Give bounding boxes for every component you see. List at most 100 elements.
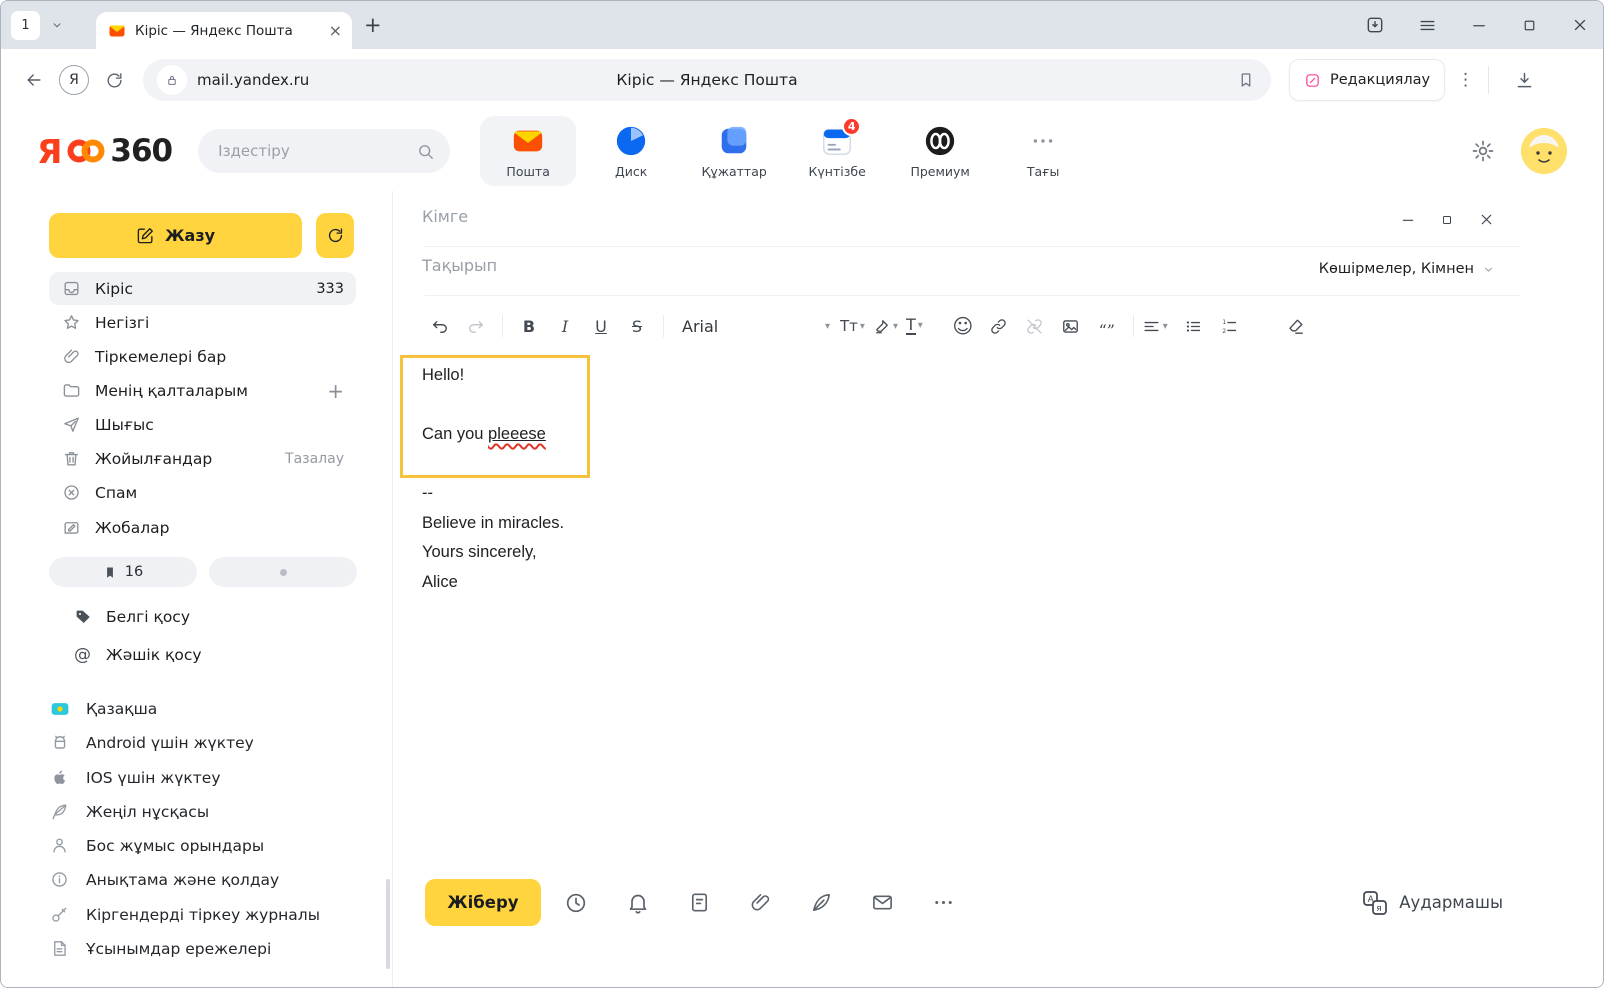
sidebar-folder-main[interactable]: Негізгі [49,306,356,339]
footer-link-language[interactable]: Қазақша [49,693,157,724]
sidebar-folder-spam[interactable]: Спам [49,476,356,509]
sidebar-scrollbar-thumb[interactable] [386,879,390,969]
signature-pen-icon[interactable] [810,891,833,914]
compose-collapse-icon[interactable] [1440,211,1454,228]
to-field[interactable] [422,207,1222,226]
footer-link-login-journal[interactable]: Кіргендерді тіркеу журналы [49,899,320,930]
tab-close-icon[interactable]: × [329,21,342,40]
strikethrough-button[interactable]: S [619,309,655,343]
footer-link-android[interactable]: Android үшін жүктеу [49,727,254,758]
unlink-icon[interactable] [1017,309,1053,343]
clear-formatting-icon[interactable] [1278,309,1314,343]
footer-link-recommendations[interactable]: Ұсынымдар ережелері [49,933,271,964]
footer-link-label: IOS үшін жүктеу [86,769,221,787]
tab-group-counter[interactable]: 1 [11,11,40,40]
footer-link-label: Жеңіл нұсқасы [86,803,209,821]
subject-field[interactable] [422,256,1122,275]
refresh-button[interactable] [316,213,354,258]
bullet-list-icon[interactable] [1176,309,1212,343]
emoji-icon[interactable]: ☺ [945,309,981,343]
numbered-list-icon[interactable]: 12 [1212,309,1248,343]
templates-icon[interactable] [688,891,711,914]
sidebar-folder-attachments[interactable]: Тіркемелері бар [49,340,356,373]
sidebar-folder-my-folders[interactable]: Менің қалталарым + [49,374,356,407]
app-mail[interactable]: Пошта [480,116,576,186]
bold-button[interactable]: B [511,309,547,343]
quote-icon[interactable]: “” [1089,309,1125,343]
compose-close-icon[interactable] [1478,211,1495,228]
insert-image-icon[interactable] [1053,309,1089,343]
sidebar-folder-drafts[interactable]: Жобалар [49,511,356,544]
downloads-icon[interactable] [1505,61,1543,99]
font-family-select[interactable]: Arial ▾ [682,309,830,343]
sidebar-folder-inbox[interactable]: Кіріс 333 [49,272,356,305]
new-tab-button[interactable]: + [364,13,382,37]
footer-link-help[interactable]: Анықтама және қолдау [49,864,279,895]
downloads-panel-icon[interactable] [1365,15,1385,35]
link-icon[interactable] [981,309,1017,343]
spam-icon [61,483,81,502]
browser-tab[interactable]: Кіріс — Яндекс Пошта × [96,12,352,49]
footer-link-ios[interactable]: IOS үшін жүктеу [49,762,221,793]
app-more[interactable]: Тағы [995,116,1091,186]
app-disk[interactable]: Диск [583,116,679,186]
envelope-icon[interactable] [871,891,894,914]
svg-text:я: я [1377,904,1382,914]
folder-label: Спам [95,484,137,502]
signature-line-3: Alice [422,568,564,598]
footer-link-jobs[interactable]: Бос жұмыс орындары [49,830,264,861]
compose-button-label: Жазу [165,226,215,245]
align-select[interactable]: ▾ [1142,317,1168,336]
send-button[interactable]: Жіберу [425,879,541,926]
app-docs[interactable]: Құжаттар [686,116,782,186]
page-actions-kebab-icon[interactable]: ⋮ [1457,70,1474,90]
app-calendar[interactable]: 4 Күнтізбе [789,116,885,186]
window-maximize-icon[interactable] [1521,17,1538,34]
translator-button[interactable]: Aя Аудармашы [1362,879,1503,926]
sidebar-folder-sent[interactable]: Шығыс [49,408,356,441]
message-body[interactable]: Hello! Can you pleeese -- Believe in mir… [422,361,564,597]
user-avatar[interactable] [1521,128,1567,174]
redo-icon[interactable] [458,309,494,343]
window-minimize-icon[interactable] [1470,16,1488,34]
attach-paperclip-icon[interactable] [749,891,772,914]
search-box[interactable] [198,129,450,173]
search-icon[interactable] [416,142,435,161]
bookmark-icon[interactable] [1237,71,1255,89]
tab-list-chevron-icon[interactable] [44,12,70,38]
labels-pill-16[interactable]: 16 [49,557,197,587]
italic-button[interactable]: I [547,309,583,343]
back-button[interactable] [15,61,53,99]
text-color-select[interactable]: T ▾ [906,317,923,336]
settings-gear-icon[interactable] [1471,139,1495,163]
highlight-color-select[interactable]: ▾ [873,317,898,335]
reminder-bell-icon[interactable] [626,891,650,915]
footer-link-label: Анықтама және қолдау [86,871,279,889]
search-input[interactable] [198,142,450,160]
compose-minimize-icon[interactable] [1400,211,1416,228]
yandex-home-button[interactable]: Я [59,65,89,95]
lock-icon[interactable] [157,65,187,95]
add-folder-icon[interactable]: + [327,381,344,401]
underline-button[interactable]: U [583,309,619,343]
cc-from-toggle[interactable]: Көшірмелер, Кімнен [1319,261,1495,277]
footer-link-light-version[interactable]: Жеңіл нұсқасы [49,796,209,827]
undo-icon[interactable] [422,309,458,343]
reload-button[interactable] [95,61,133,99]
compose-button[interactable]: Жазу [49,213,302,258]
add-mailbox-row[interactable]: @ Жәшік қосу [73,639,202,671]
labels-pill-dot[interactable] [209,557,357,587]
edit-page-button[interactable]: Редакциялау [1289,59,1445,101]
sidebar-folder-trash[interactable]: Жойылғандар Тазалау [49,442,356,475]
browser-menu-icon[interactable] [1418,16,1437,35]
yandex-360-logo[interactable]: Я 360 [37,132,172,171]
app-premium[interactable]: Премиум [892,116,988,186]
font-size-select[interactable]: Tт ▾ [840,317,865,335]
window-close-icon[interactable] [1571,16,1589,34]
schedule-send-clock-icon[interactable] [564,891,588,915]
add-mailbox-text: Жәшік қосу [106,646,202,664]
more-actions-icon[interactable] [932,891,955,914]
address-bar[interactable]: mail.yandex.ru Кіріс — Яндекс Пошта [143,59,1271,101]
empty-trash-link[interactable]: Тазалау [285,451,344,467]
add-label-row[interactable]: Белгі қосу [73,601,190,633]
